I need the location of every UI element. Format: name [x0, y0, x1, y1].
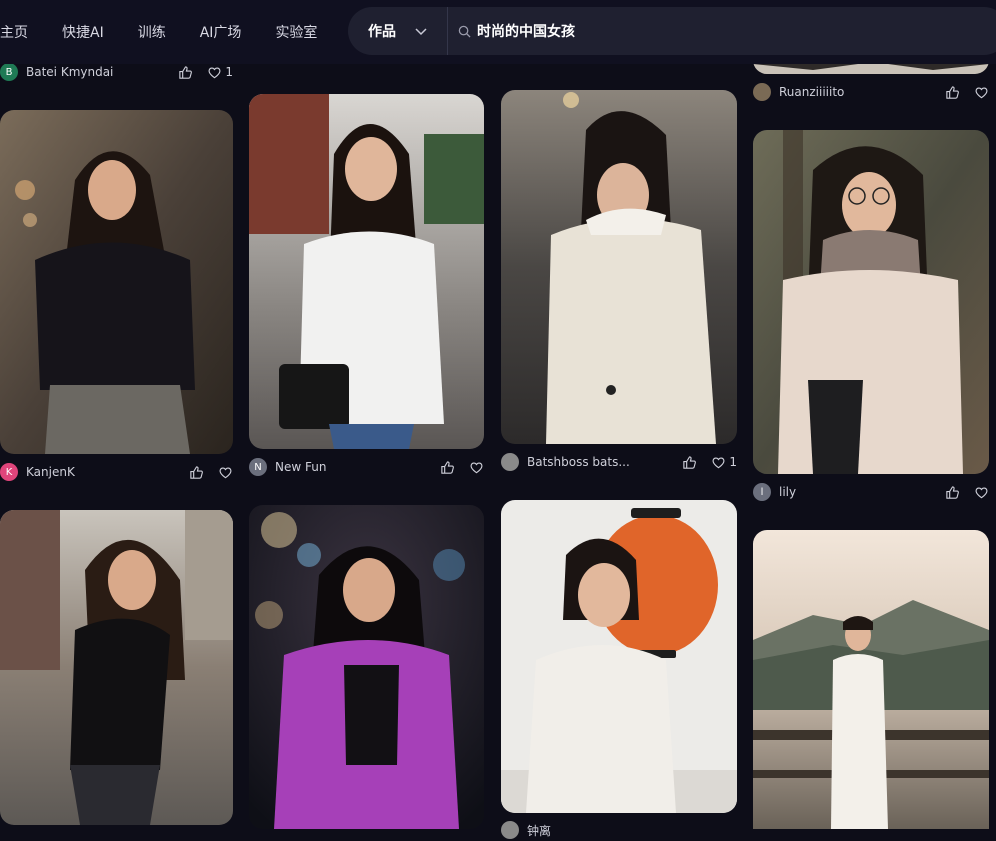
main-nav: 主页 快捷AI 训练 AI广场 实验室 — [0, 0, 334, 64]
card-meta: Ruanziiiiito — [753, 81, 989, 103]
thumbs-up-icon — [946, 485, 959, 499]
thumbs-up-icon — [190, 465, 203, 479]
heart-icon — [208, 66, 221, 78]
chevron-down-icon — [415, 28, 427, 36]
artwork-image[interactable] — [753, 130, 989, 474]
artwork-image[interactable] — [501, 500, 737, 813]
heart-icon — [975, 86, 988, 98]
artwork-image[interactable] — [0, 110, 233, 454]
search-bar: 作品 — [348, 7, 996, 55]
card-username[interactable]: lily — [779, 485, 796, 499]
favorite-button[interactable] — [218, 465, 233, 480]
nav-item-train[interactable]: 训练 — [121, 22, 183, 42]
artwork-image[interactable] — [249, 94, 484, 449]
avatar — [501, 821, 519, 839]
card-username[interactable]: Ruanziiiiito — [779, 85, 844, 99]
avatar: B — [0, 63, 18, 81]
category-select[interactable]: 作品 — [348, 7, 448, 55]
heart-icon — [975, 486, 988, 498]
favorite-button[interactable]: 1 — [207, 65, 233, 80]
like-button[interactable] — [945, 485, 960, 500]
nav-item-quick-ai[interactable]: 快捷AI — [45, 22, 121, 42]
card-meta: B Batei Kmyndai 1 — [0, 61, 233, 83]
card-username[interactable]: KanjenK — [26, 465, 75, 479]
thumbs-up-icon — [946, 85, 959, 99]
search-input[interactable] — [477, 23, 957, 39]
heart-icon — [712, 456, 725, 468]
card-username[interactable]: New Fun — [275, 460, 326, 474]
avatar — [753, 83, 771, 101]
favorite-button[interactable] — [469, 460, 484, 475]
card-username[interactable]: Batei Kmyndai — [26, 65, 113, 79]
like-button[interactable] — [178, 65, 193, 80]
favorite-count: 1 — [225, 65, 233, 79]
thumbs-up-icon — [683, 455, 697, 469]
thumbs-up-icon — [441, 460, 454, 474]
card-meta: 钟离 — [501, 819, 737, 841]
search-input-wrap — [448, 23, 996, 39]
top-bar: 主页 快捷AI 训练 AI广场 实验室 作品 — [0, 0, 996, 64]
card-meta: K KanjenK — [0, 461, 233, 483]
favorite-count: 1 — [729, 455, 737, 469]
thumbs-up-icon — [179, 65, 193, 79]
avatar — [501, 453, 519, 471]
artwork-image[interactable] — [753, 530, 989, 829]
nav-item-ai-plaza[interactable]: AI广场 — [183, 22, 259, 42]
nav-item-lab[interactable]: 实验室 — [258, 22, 334, 42]
search-icon — [458, 25, 471, 38]
favorite-button[interactable] — [974, 85, 989, 100]
heart-icon — [470, 461, 483, 473]
artwork-image[interactable] — [249, 505, 484, 829]
like-button[interactable] — [945, 85, 960, 100]
card-username[interactable]: Batshboss bats... — [527, 455, 630, 469]
avatar: l — [753, 483, 771, 501]
favorite-button[interactable]: 1 — [711, 455, 737, 470]
category-select-value: 作品 — [368, 24, 396, 40]
like-button[interactable] — [440, 460, 455, 475]
card-meta: Batshboss bats... 1 — [501, 451, 737, 473]
avatar: N — [249, 458, 267, 476]
heart-icon — [219, 466, 232, 478]
nav-item-home[interactable]: 主页 — [0, 22, 45, 42]
card-meta: N New Fun — [249, 456, 484, 478]
like-button[interactable] — [189, 465, 204, 480]
favorite-button[interactable] — [974, 485, 989, 500]
card-username[interactable]: 钟离 — [527, 822, 551, 839]
avatar: K — [0, 463, 18, 481]
artwork-image[interactable] — [0, 510, 233, 825]
card-meta: l lily — [753, 481, 989, 503]
artwork-image[interactable] — [501, 90, 737, 444]
like-button[interactable] — [682, 455, 697, 470]
